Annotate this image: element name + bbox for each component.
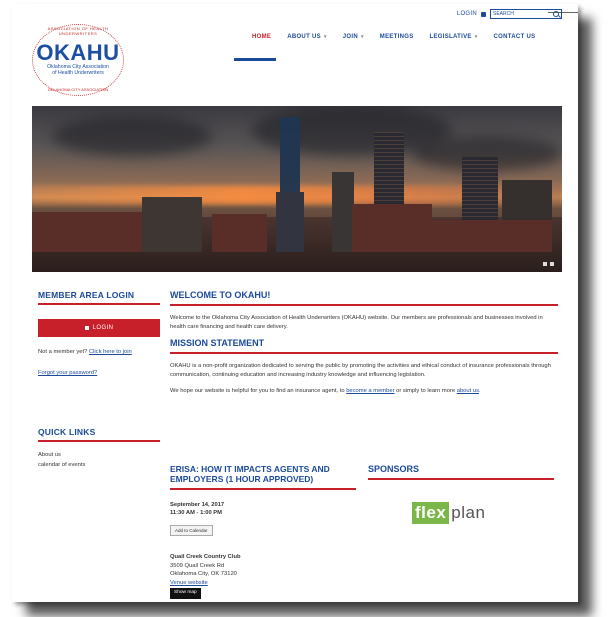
- slider-dot[interactable]: [543, 262, 547, 266]
- event-venue: Quail Creek Country Club: [170, 554, 241, 560]
- event-date-text: September 14, 2017: [170, 502, 225, 508]
- sponsors-title: SPONSORS: [368, 464, 554, 480]
- top-bar: LOGIN SEARCH: [457, 9, 562, 19]
- nav-join[interactable]: JOIN ▾: [335, 34, 372, 40]
- event-city: Oklahoma City, OK 73120: [170, 571, 237, 577]
- active-nav-indicator: [234, 58, 276, 61]
- cta-prefix: We hope our website is helpful for you t…: [170, 388, 345, 394]
- quick-links: QUICK LINKS About us calendar of events: [38, 427, 160, 470]
- cta-mid: or simply to learn more: [396, 388, 456, 394]
- join-text: Not a member yet? Click here to join: [38, 349, 160, 355]
- chevron-down-icon: ▾: [360, 34, 364, 40]
- nav-legislative[interactable]: LEGISLATIVE ▾: [422, 34, 486, 40]
- add-to-calendar-button[interactable]: Add to Calendar: [170, 525, 213, 536]
- member-area-title: MEMBER AREA LOGIN: [38, 290, 160, 305]
- login-button-label: LOGIN: [92, 325, 114, 331]
- search-placeholder: SEARCH: [493, 11, 514, 17]
- main-nav: HOME ABOUT US ▾ JOIN ▾ MEETINGS LEGISLATIV…: [244, 34, 543, 40]
- event-street: 3509 Quail Creek Rd: [170, 562, 225, 569]
- quick-links-title: QUICK LINKS: [38, 427, 160, 442]
- page: LOGIN SEARCH ASSOCIATION OF HEALTH UNDER…: [12, 4, 578, 602]
- main-content: WELCOME TO OKAHU! Welcome to the Oklahom…: [170, 290, 558, 396]
- hero-cloud: [52, 116, 212, 156]
- nav-home-label: HOME: [252, 34, 272, 40]
- welcome-text: Welcome to the Oklahoma City Association…: [170, 315, 543, 330]
- nav-meetings[interactable]: MEETINGS: [372, 34, 422, 40]
- welcome-title: WELCOME TO OKAHU!: [170, 290, 558, 306]
- lock-icon: [84, 326, 89, 330]
- quick-link-calendar[interactable]: calendar of events: [38, 460, 160, 470]
- logo-ring-bottom-text: OKLAHOMA CITY ASSOCIATION: [47, 87, 109, 92]
- hero-building: [212, 214, 267, 252]
- chevron-down-icon: ▾: [323, 34, 327, 40]
- slider-dot[interactable]: [550, 262, 554, 266]
- event-title[interactable]: ERISA: HOW IT IMPACTS AGENTS AND EMPLOYE…: [170, 464, 356, 490]
- flexplan-logo-flex: flex: [412, 502, 450, 524]
- hero-image: [32, 106, 562, 272]
- logo-subtitle: Oklahoma City Association of Health Unde…: [47, 64, 109, 76]
- quick-link-about[interactable]: About us: [38, 450, 160, 460]
- nav-about-label: ABOUT US: [287, 34, 321, 40]
- member-area: MEMBER AREA LOGIN LOGIN Not a member yet…: [38, 290, 160, 376]
- nav-contact-us[interactable]: CONTACT US: [486, 34, 544, 40]
- nav-contact-label: CONTACT US: [493, 34, 536, 40]
- upcoming-event: ERISA: HOW IT IMPACTS AGENTS AND EMPLOYE…: [170, 464, 356, 599]
- forgot-password-link[interactable]: Forgot your password?: [38, 370, 160, 376]
- hero-building: [432, 220, 552, 252]
- nav-meetings-label: MEETINGS: [379, 34, 414, 40]
- mission-cta: We hope our website is helpful for you t…: [170, 387, 558, 396]
- lock-icon: [481, 11, 486, 17]
- site-logo[interactable]: ASSOCIATION OF HEALTH UNDERWRITERS OKAHU…: [32, 24, 124, 96]
- search-input[interactable]: SEARCH: [490, 9, 562, 19]
- hero-building: [276, 192, 304, 252]
- logo-word: OKAHU: [36, 40, 120, 65]
- nav-home[interactable]: HOME: [244, 34, 279, 40]
- sponsors: SPONSORS flex plan: [368, 464, 554, 524]
- event-address: Quail Creek Country Club 3509 Quail Cree…: [170, 553, 356, 599]
- venue-website-link[interactable]: Venue website: [170, 579, 356, 588]
- flexplan-logo[interactable]: flex plan: [412, 502, 554, 524]
- show-map-button[interactable]: Show map: [170, 588, 201, 599]
- hero-building: [352, 204, 432, 252]
- become-member-link[interactable]: become a member: [346, 388, 394, 394]
- nav-about-us[interactable]: ABOUT US ▾: [279, 34, 335, 40]
- slider-dots: [543, 262, 554, 266]
- hero-building: [32, 212, 142, 252]
- mission-text: OKAHU is a non-profit organization dedic…: [170, 363, 551, 378]
- nav-join-label: JOIN: [342, 34, 358, 40]
- about-us-link[interactable]: about us: [457, 388, 479, 394]
- search-icon[interactable]: [553, 11, 559, 17]
- not-member-text: Not a member yet?: [38, 349, 88, 355]
- flexplan-logo-plan: plan: [451, 503, 486, 522]
- mission-title: MISSION STATEMENT: [170, 338, 558, 354]
- login-button[interactable]: LOGIN: [38, 319, 160, 337]
- chevron-down-icon: ▾: [474, 34, 478, 40]
- top-login-link[interactable]: LOGIN: [457, 11, 477, 17]
- cta-end: .: [478, 388, 481, 394]
- event-time-text: 11:30 AM - 1:00 PM: [170, 509, 222, 516]
- logo-ring-top-text: ASSOCIATION OF HEALTH UNDERWRITERS: [47, 26, 109, 36]
- join-link[interactable]: Click here to join: [89, 349, 132, 355]
- event-date: September 14, 2017 11:30 AM - 1:00 PM: [170, 502, 356, 517]
- nav-legislative-label: LEGISLATIVE: [429, 34, 472, 40]
- hero-building: [332, 172, 354, 252]
- hero-building: [142, 197, 202, 252]
